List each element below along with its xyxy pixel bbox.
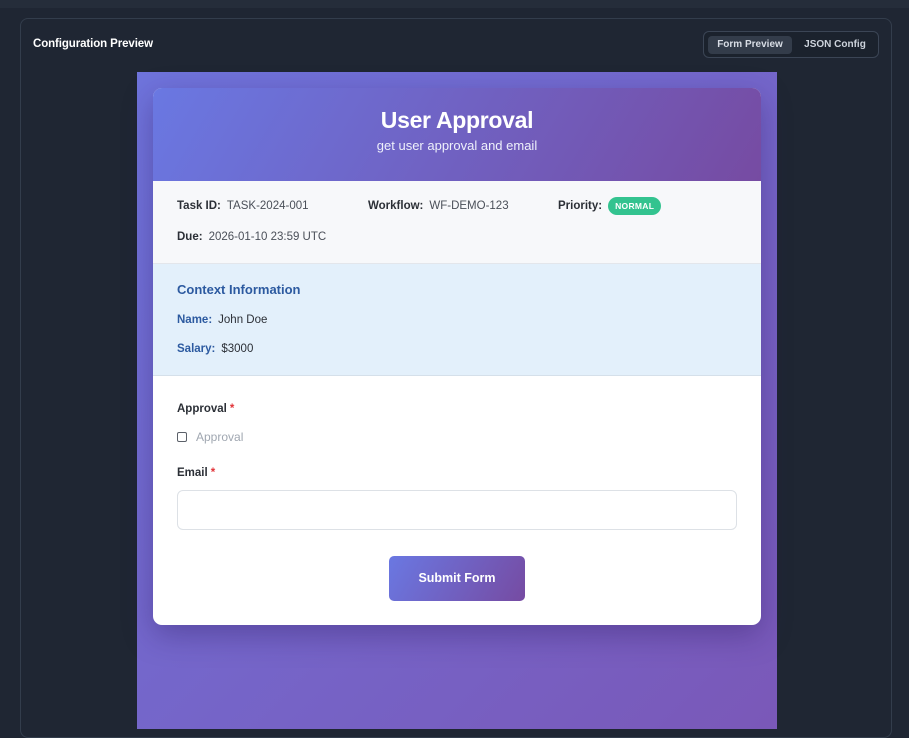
panel-title: Configuration Preview bbox=[33, 38, 153, 50]
approval-checkbox-label[interactable]: Approval bbox=[196, 430, 243, 444]
form-card: User Approval get user approval and emai… bbox=[153, 88, 761, 625]
email-label: Email * bbox=[177, 467, 215, 479]
task-id: Task ID: TASK-2024-001 bbox=[177, 200, 309, 212]
email-required-marker: * bbox=[210, 467, 216, 479]
context-name-label: Name: bbox=[177, 314, 213, 326]
form-title: User Approval bbox=[380, 107, 534, 133]
approval-label: Approval * bbox=[177, 403, 234, 415]
tab-form-preview[interactable]: Form Preview bbox=[708, 36, 792, 54]
task-id-label: Task ID: bbox=[177, 200, 221, 212]
view-toggle: Form Preview JSON Config bbox=[703, 31, 879, 58]
workflow-label: Workflow: bbox=[368, 200, 424, 212]
submit-form-button[interactable]: Submit Form bbox=[389, 556, 525, 601]
due-label: Due: bbox=[177, 231, 203, 243]
context-salary-value: $3000 bbox=[221, 343, 254, 355]
email-field[interactable] bbox=[177, 490, 737, 530]
task-meta: Task ID: TASK-2024-001 Workflow: WF-DEMO-1… bbox=[153, 181, 761, 264]
due-value: 2026-01-10 23:59 UTC bbox=[208, 231, 327, 243]
approval-checkbox[interactable] bbox=[177, 432, 187, 442]
approval-label-text: Approval bbox=[177, 403, 227, 415]
priority: Priority: NORMAL bbox=[558, 197, 662, 215]
due: Due: 2026-01-10 23:59 UTC bbox=[177, 231, 326, 243]
form-header: User Approval get user approval and emai… bbox=[153, 88, 761, 181]
context-name-value: John Doe bbox=[218, 314, 268, 326]
context-name: Name: John Doe bbox=[177, 314, 267, 326]
email-label-text: Email bbox=[177, 467, 208, 479]
priority-badge: NORMAL bbox=[608, 197, 662, 215]
context-salary-label: Salary: bbox=[177, 343, 216, 355]
form-fields: Approval * Approval Email * Submit Form bbox=[153, 376, 761, 625]
approval-checkbox-row[interactable]: Approval bbox=[177, 430, 243, 444]
approval-required-marker: * bbox=[229, 403, 235, 415]
form-subtitle: get user approval and email bbox=[376, 138, 538, 153]
tab-json-config[interactable]: JSON Config bbox=[797, 36, 873, 54]
context-title: Context Information bbox=[177, 282, 301, 297]
workflow: Workflow: WF-DEMO-123 bbox=[368, 200, 509, 212]
workflow-value: WF-DEMO-123 bbox=[429, 200, 509, 212]
top-strip bbox=[0, 0, 909, 8]
context-information: Context Information Name: John Doe Salary… bbox=[153, 264, 761, 376]
task-id-value: TASK-2024-001 bbox=[226, 200, 309, 212]
context-salary: Salary: $3000 bbox=[177, 343, 253, 355]
priority-label: Priority: bbox=[558, 200, 603, 213]
